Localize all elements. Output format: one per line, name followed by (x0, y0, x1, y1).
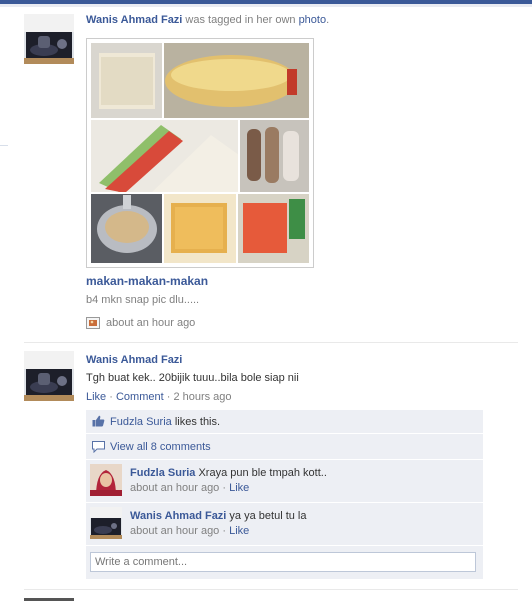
story-period: . (326, 14, 330, 26)
comment-author-link[interactable]: Fudzla Suria (130, 467, 195, 479)
comment-text: Xraya pun ble tmpah kott.. (195, 467, 327, 479)
commenter-avatar[interactable] (90, 507, 122, 539)
liker-name-link[interactable]: Fudzla Suria (110, 416, 172, 428)
comment-timestamp[interactable]: about an hour ago (130, 525, 219, 537)
story-actions: Like · Comment · 2 hours ago (86, 391, 232, 403)
story-timestamp[interactable]: 2 hours ago (173, 391, 231, 403)
comment-text: ya ya betul tu la (226, 510, 307, 522)
profile-picture-wanis[interactable] (24, 14, 74, 64)
separator-dot: · (219, 525, 230, 537)
author-link[interactable]: Wanis Ahmad Fazi (86, 354, 182, 366)
photo-tag-icon (86, 317, 100, 329)
thumbs-up-icon (92, 415, 105, 427)
commenter-avatar[interactable] (90, 464, 122, 496)
photo-collage-image (91, 43, 309, 263)
comment-author-link[interactable]: Wanis Ahmad Fazi (130, 510, 226, 522)
likes-row: Fudzla Suria likes this. (86, 410, 483, 434)
comment-bubble-icon (92, 441, 105, 453)
photo-link[interactable]: photo (299, 14, 327, 26)
author-link[interactable]: Wanis Ahmad Fazi (86, 14, 182, 26)
left-column-divider (0, 145, 8, 146)
comment-link[interactable]: Comment (116, 391, 164, 403)
likes-suffix: likes this. (171, 416, 221, 428)
separator-dot: · (219, 482, 230, 494)
story-divider (24, 589, 518, 590)
comment-item: Wanis Ahmad Fazi ya ya betul tu la about… (86, 503, 483, 546)
album-title-link[interactable]: makan-makan-makan (86, 274, 208, 288)
status-message: Tgh buat kek.. 20bijik tuuu..bila bole s… (86, 372, 299, 384)
commenter-photo-image (90, 464, 122, 496)
story-header: Wanis Ahmad Fazi was tagged in her own p… (86, 14, 329, 26)
profile-photo-image (24, 14, 74, 64)
view-all-comments-row[interactable]: View all 8 comments (86, 434, 483, 460)
comment-body: Wanis Ahmad Fazi ya ya betul tu la (130, 509, 475, 523)
profile-picture-wanis[interactable] (24, 351, 74, 401)
comment-timestamp[interactable]: about an hour ago (130, 482, 219, 494)
photo-caption: b4 mkn snap pic dlu..... (86, 294, 200, 306)
comment-meta: about an hour ago · Like (130, 525, 249, 537)
like-link[interactable]: Like (86, 391, 106, 403)
comment-like-link[interactable]: Like (229, 525, 249, 537)
comment-meta: about an hour ago · Like (130, 482, 249, 494)
commenter-photo-image (90, 507, 122, 539)
top-bar-shadow (0, 4, 532, 7)
story-timestamp[interactable]: about an hour ago (106, 317, 195, 329)
profile-photo-image (24, 351, 74, 401)
story-timestamp-row: about an hour ago (86, 317, 195, 329)
separator-dot: · (106, 391, 116, 403)
story-action-text: was tagged in her own (182, 14, 299, 26)
comment-like-link[interactable]: Like (229, 482, 249, 494)
separator-dot: · (163, 391, 174, 403)
comment-item: Fudzla Suria Xraya pun ble tmpah kott.. … (86, 460, 483, 503)
comment-body: Fudzla Suria Xraya pun ble tmpah kott.. (130, 466, 475, 480)
story-divider (24, 342, 518, 343)
tagged-photo[interactable] (86, 38, 314, 268)
view-all-comments-link[interactable]: View all 8 comments (110, 441, 211, 453)
comment-input[interactable]: Write a comment... (90, 552, 476, 572)
